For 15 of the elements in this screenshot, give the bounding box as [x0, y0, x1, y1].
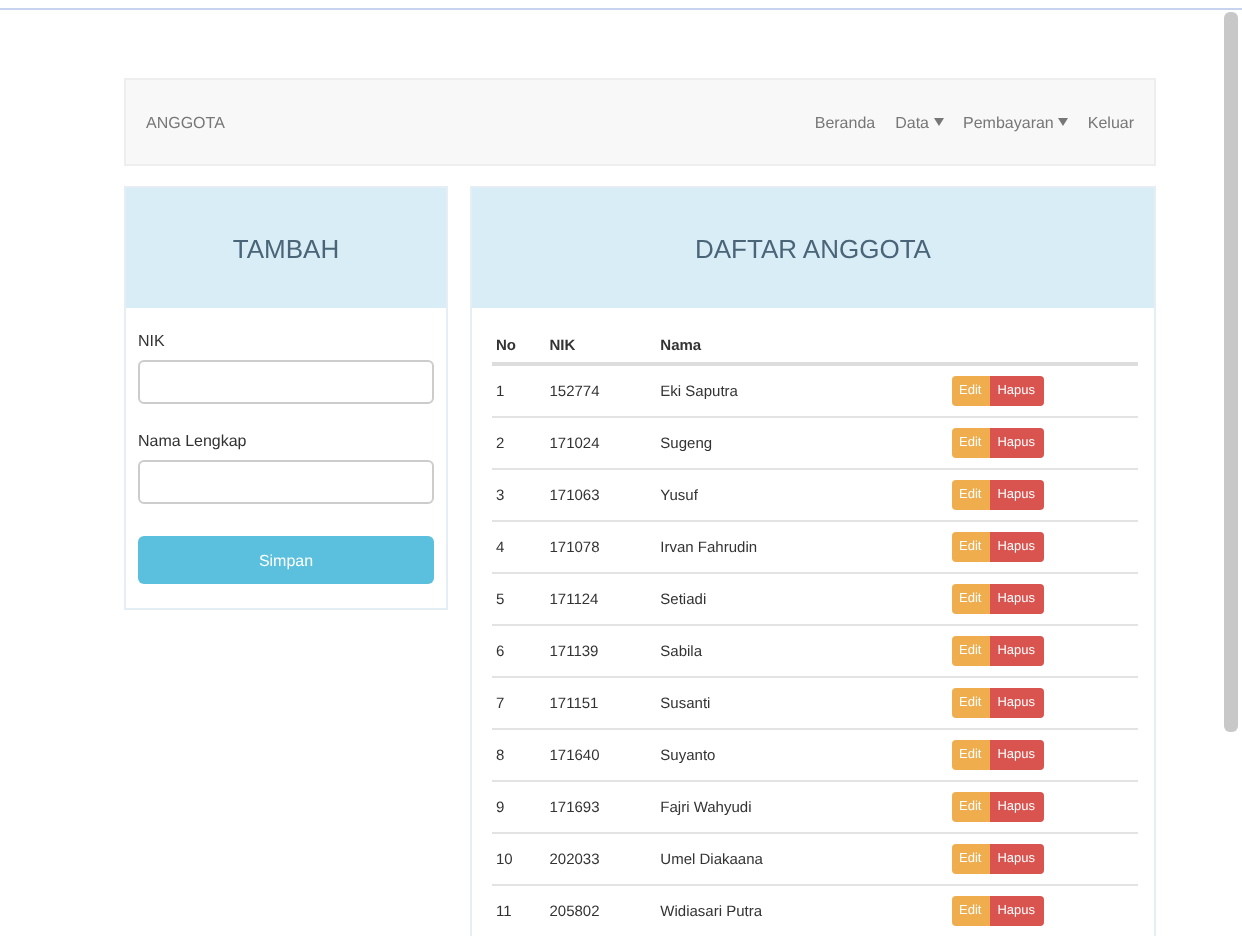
input-field[interactable] [138, 460, 434, 504]
input-field[interactable] [138, 360, 434, 404]
caret-icon [933, 118, 944, 126]
caret-icon [1057, 118, 1068, 126]
panel-heading: DAFTAR ANGGOTA [472, 188, 1154, 308]
field-label: NIK [138, 332, 165, 350]
nav-link[interactable]: Keluar [1087, 113, 1134, 131]
brand-title[interactable]: ANGGOTA [146, 113, 225, 131]
field-label: Nama Lengkap [138, 432, 247, 450]
nav-link[interactable]: Data [895, 113, 944, 131]
nav-link[interactable]: Pembayaran [963, 113, 1068, 131]
save-button[interactable]: Simpan [138, 536, 434, 584]
nav-link[interactable]: Beranda [814, 113, 876, 131]
panel-heading: TAMBAH [126, 188, 446, 308]
scrollbar[interactable] [1224, 12, 1238, 732]
